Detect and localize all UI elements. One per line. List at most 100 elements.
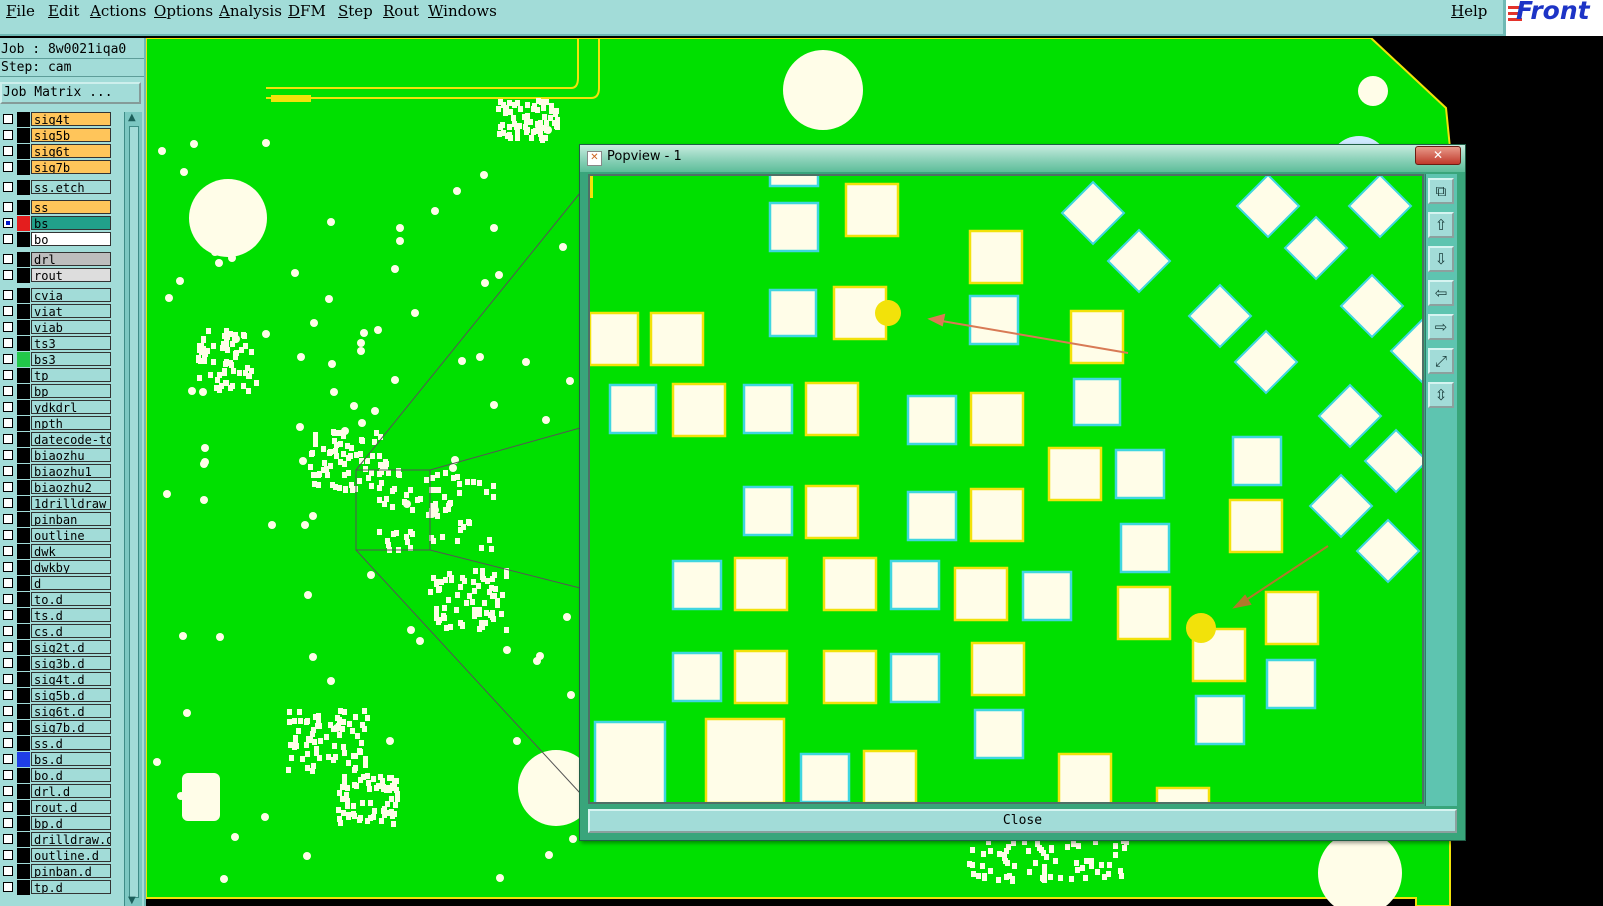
layer-row[interactable]: sig6t.d — [0, 704, 114, 719]
layer-checkbox[interactable] — [3, 546, 13, 556]
layer-row[interactable]: rout — [0, 268, 114, 283]
layer-color-swatch[interactable] — [17, 576, 30, 591]
layer-row[interactable]: ts3 — [0, 336, 114, 351]
layer-color-swatch[interactable] — [17, 144, 30, 159]
layer-row[interactable]: outline.d — [0, 848, 114, 863]
layer-color-swatch[interactable] — [17, 480, 30, 495]
scroll-up-icon[interactable]: ▲ — [128, 112, 136, 123]
layer-name[interactable]: pinban.d — [31, 864, 111, 878]
layer-row[interactable]: dwk — [0, 544, 114, 559]
layer-name[interactable]: sig7b — [31, 160, 111, 174]
layer-color-swatch[interactable] — [17, 288, 30, 303]
layer-name[interactable]: rout — [31, 268, 111, 282]
layer-row[interactable]: drl — [0, 252, 114, 267]
layer-name[interactable]: viat — [31, 304, 111, 318]
layer-row[interactable]: drilldraw.d — [0, 832, 114, 847]
layer-row[interactable]: viat — [0, 304, 114, 319]
layer-checkbox[interactable] — [3, 594, 13, 604]
layer-row[interactable]: bo.d — [0, 768, 114, 783]
layer-checkbox[interactable] — [3, 754, 13, 764]
layer-name[interactable]: biaozhu — [31, 448, 111, 462]
layer-name[interactable]: bo.d — [31, 768, 111, 782]
menu-windows[interactable]: Windows — [428, 2, 497, 20]
layer-name[interactable]: viab — [31, 320, 111, 334]
layer-checkbox[interactable] — [3, 482, 13, 492]
layer-checkbox[interactable] — [3, 162, 13, 172]
layer-row[interactable]: rout.d — [0, 800, 114, 815]
layer-name[interactable]: sig3b.d — [31, 656, 111, 670]
layer-color-swatch[interactable] — [17, 448, 30, 463]
layer-color-swatch[interactable] — [17, 112, 30, 127]
layer-name[interactable]: bp — [31, 384, 111, 398]
layer-checkbox[interactable] — [3, 882, 13, 892]
layer-row[interactable]: ss — [0, 200, 114, 215]
layer-checkbox[interactable] — [3, 834, 13, 844]
layer-color-swatch[interactable] — [17, 848, 30, 863]
layer-checkbox[interactable] — [3, 202, 13, 212]
layer-color-swatch[interactable] — [17, 128, 30, 143]
layer-color-swatch[interactable] — [17, 400, 30, 415]
layer-row[interactable]: bp.d — [0, 816, 114, 831]
layer-row[interactable]: ss.d — [0, 736, 114, 751]
layer-color-swatch[interactable] — [17, 464, 30, 479]
layer-color-swatch[interactable] — [17, 336, 30, 351]
menu-options[interactable]: Options — [154, 2, 213, 20]
layer-color-swatch[interactable] — [17, 384, 30, 399]
layer-row[interactable]: cvia — [0, 288, 114, 303]
layer-name[interactable]: bo — [31, 232, 111, 246]
layer-checkbox[interactable] — [3, 674, 13, 684]
layer-row[interactable]: sig6t — [0, 144, 114, 159]
layer-name[interactable]: sig6t — [31, 144, 111, 158]
menu-file[interactable]: File — [6, 2, 35, 20]
layer-row[interactable]: npth — [0, 416, 114, 431]
pan-left-icon[interactable]: ⇦ — [1428, 280, 1454, 306]
layer-color-swatch[interactable] — [17, 320, 30, 335]
layer-color-swatch[interactable] — [17, 268, 30, 283]
layer-name[interactable]: outline.d — [31, 848, 111, 862]
layer-checkbox[interactable] — [3, 130, 13, 140]
layer-name[interactable]: sig7b.d — [31, 720, 111, 734]
layer-checkbox[interactable] — [3, 338, 13, 348]
layer-row[interactable]: sig5b.d — [0, 688, 114, 703]
layer-color-swatch[interactable] — [17, 560, 30, 575]
layer-row[interactable]: drl.d — [0, 784, 114, 799]
layer-color-swatch[interactable] — [17, 592, 30, 607]
layer-color-swatch[interactable] — [17, 512, 30, 527]
layer-name[interactable]: bs — [31, 216, 111, 230]
layer-checkbox[interactable] — [3, 234, 13, 244]
layer-name[interactable]: ss.d — [31, 736, 111, 750]
layer-row[interactable]: sig2t.d — [0, 640, 114, 655]
layer-checkbox[interactable] — [3, 530, 13, 540]
layer-name[interactable]: dwkby — [31, 560, 111, 574]
layer-row[interactable]: datecode-to — [0, 432, 114, 447]
layer-name[interactable]: npth — [31, 416, 111, 430]
layer-checkbox[interactable] — [3, 386, 13, 396]
layer-row[interactable]: bs.d — [0, 752, 114, 767]
layer-row[interactable]: biaozhu1 — [0, 464, 114, 479]
layer-color-swatch[interactable] — [17, 784, 30, 799]
menu-dfm[interactable]: DFM — [288, 2, 326, 20]
layer-name[interactable]: sig6t.d — [31, 704, 111, 718]
layer-checkbox[interactable] — [3, 114, 13, 124]
layer-name[interactable]: 1drilldraw — [31, 496, 111, 510]
layer-checkbox[interactable] — [3, 722, 13, 732]
layer-color-swatch[interactable] — [17, 180, 30, 195]
layer-row[interactable]: sig4t.d — [0, 672, 114, 687]
layer-checkbox[interactable] — [3, 626, 13, 636]
layer-row[interactable]: cs.d — [0, 624, 114, 639]
menu-help[interactable]: Help — [1451, 2, 1487, 20]
layer-row[interactable]: sig3b.d — [0, 656, 114, 671]
layer-color-swatch[interactable] — [17, 432, 30, 447]
layer-checkbox[interactable] — [3, 418, 13, 428]
layer-checkbox[interactable] — [3, 218, 13, 228]
layer-row[interactable]: pinban.d — [0, 864, 114, 879]
layer-name[interactable]: to.d — [31, 592, 111, 606]
layer-row[interactable]: sig7b.d — [0, 720, 114, 735]
layer-row[interactable]: 1drilldraw — [0, 496, 114, 511]
layer-name[interactable]: pinban — [31, 512, 111, 526]
layer-color-swatch[interactable] — [17, 368, 30, 383]
layer-checkbox[interactable] — [3, 866, 13, 876]
layer-name[interactable]: sig5b.d — [31, 688, 111, 702]
layer-color-swatch[interactable] — [17, 832, 30, 847]
layer-checkbox[interactable] — [3, 642, 13, 652]
